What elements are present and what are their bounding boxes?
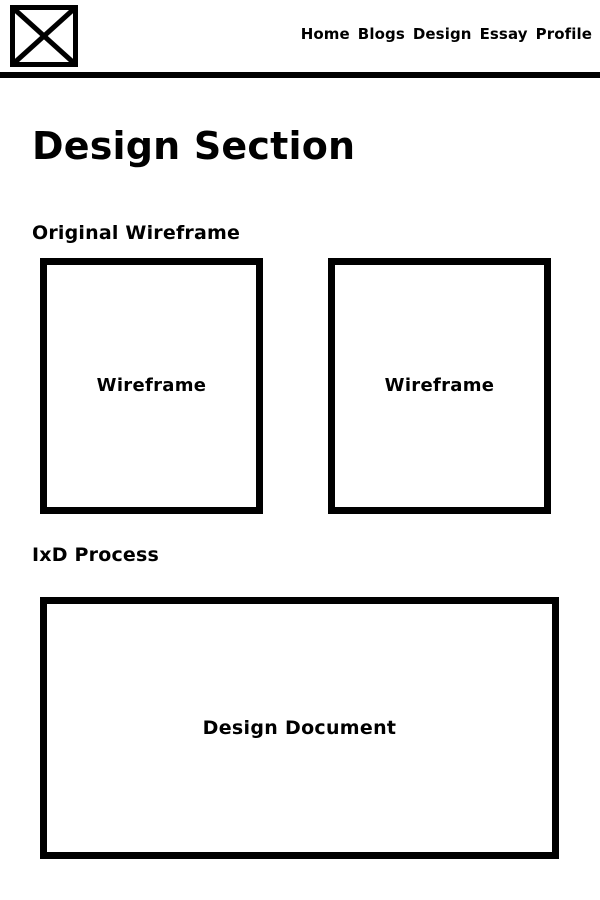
main-navigation: Home Blogs Design Essay Profile bbox=[301, 24, 592, 44]
nav-design-link[interactable]: Design bbox=[413, 24, 472, 44]
nav-home-link[interactable]: Home bbox=[301, 24, 350, 44]
page: Home Blogs Design Essay Profile Design S… bbox=[0, 0, 600, 900]
original-wireframe-heading: Original Wireframe bbox=[32, 222, 241, 244]
site-header: Home Blogs Design Essay Profile bbox=[0, 0, 600, 78]
wireframe-card-right[interactable]: Wireframe bbox=[328, 258, 551, 514]
design-document-card[interactable]: Design Document bbox=[40, 597, 559, 859]
page-title: Design Section bbox=[32, 124, 356, 168]
ixd-process-heading: IxD Process bbox=[32, 544, 160, 566]
nav-blogs-link[interactable]: Blogs bbox=[358, 24, 405, 44]
design-document-label: Design Document bbox=[202, 717, 397, 739]
image-placeholder-icon bbox=[10, 5, 78, 67]
nav-profile-link[interactable]: Profile bbox=[536, 24, 592, 44]
wireframe-label-right: Wireframe bbox=[384, 375, 495, 396]
logo-placeholder[interactable] bbox=[10, 5, 78, 67]
wireframe-card-left[interactable]: Wireframe bbox=[40, 258, 263, 514]
wireframe-label-left: Wireframe bbox=[96, 375, 207, 396]
nav-essay-link[interactable]: Essay bbox=[480, 24, 528, 44]
